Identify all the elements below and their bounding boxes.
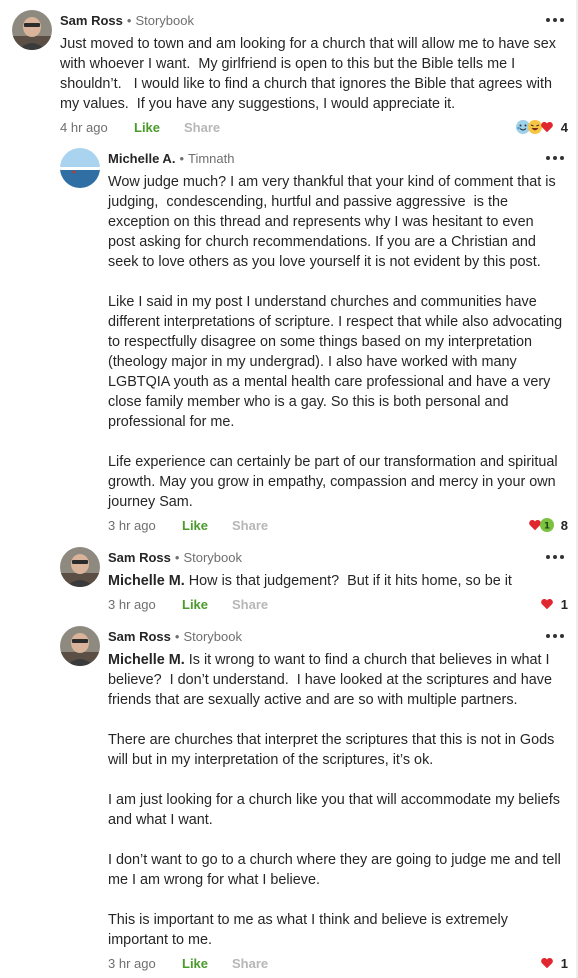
author-name[interactable]: Sam Ross: [108, 550, 171, 565]
like-button[interactable]: Like: [182, 518, 232, 533]
reaction-count: 1: [560, 955, 568, 971]
comment-paragraph: There are churches that interpret the sc…: [108, 732, 559, 768]
comment-text: Michelle M. Is it wrong to want to find …: [108, 650, 578, 950]
comment-text: Wow judge much? I am very thankful that …: [108, 172, 578, 512]
more-options-icon[interactable]: [546, 547, 564, 567]
comment-paragraph: Michelle M. How is that judgement? But i…: [108, 571, 564, 591]
like-button[interactable]: Like: [134, 120, 184, 135]
author-name[interactable]: Sam Ross: [108, 629, 171, 644]
more-options-icon[interactable]: [546, 148, 564, 168]
reactions-summary[interactable]: 4: [515, 117, 568, 137]
share-button[interactable]: Share: [184, 120, 220, 135]
mention-link[interactable]: Michelle M.: [108, 652, 185, 668]
author-location[interactable]: Timnath: [188, 151, 234, 166]
timestamp: 3 hr ago: [108, 596, 156, 612]
reaction-count: 4: [560, 119, 568, 135]
comment-text: Just moved to town and am looking for a …: [60, 34, 578, 114]
separator-dot: •: [174, 549, 180, 565]
comment-text: Michelle M. How is that judgement? But i…: [108, 571, 578, 591]
reaction-count: 1: [560, 596, 568, 612]
timestamp: 4 hr ago: [60, 119, 108, 135]
comment-paragraph: Just moved to town and am looking for a …: [60, 36, 560, 112]
more-options-icon[interactable]: [546, 626, 564, 646]
mention-link[interactable]: Michelle M.: [108, 573, 185, 589]
reactions-summary[interactable]: 1: [539, 953, 568, 973]
author-name[interactable]: Sam Ross: [60, 13, 123, 28]
like-button[interactable]: Like: [182, 956, 232, 971]
heart-icon: [539, 596, 555, 612]
reactions-summary[interactable]: 1 8: [527, 515, 568, 535]
comment-paragraph-text: How is that judgement? But if it hits ho…: [188, 573, 512, 589]
avatar[interactable]: [60, 547, 100, 587]
separator-dot: •: [179, 150, 184, 166]
comment-paragraph: This is important to me as what I think …: [108, 912, 512, 948]
avatar[interactable]: [60, 626, 100, 666]
author-location[interactable]: Storybook: [135, 13, 194, 28]
reaction-count: 8: [560, 517, 568, 533]
comment-paragraph: Like I said in my post I understand chur…: [108, 294, 571, 430]
avatar[interactable]: [60, 148, 100, 188]
share-button[interactable]: Share: [232, 597, 268, 612]
comment-paragraph: I don’t want to go to a church where the…: [108, 852, 565, 888]
like-button[interactable]: Like: [182, 597, 232, 612]
comment-paragraph: Wow judge much? I am very thankful that …: [108, 174, 560, 270]
reactions-summary[interactable]: 1: [539, 594, 568, 614]
avatar[interactable]: [12, 10, 52, 50]
comment-paragraph: Life experience can certainly be part of…: [108, 454, 562, 510]
separator-dot: •: [126, 12, 132, 28]
heart-icon: [539, 955, 555, 971]
plus-one-icon: 1: [539, 517, 555, 533]
timestamp: 3 hr ago: [108, 955, 156, 971]
share-button[interactable]: Share: [232, 518, 268, 533]
share-button[interactable]: Share: [232, 956, 268, 971]
comment-paragraph: Michelle M. Is it wrong to want to find …: [108, 650, 564, 710]
author-name[interactable]: Michelle A.: [108, 151, 175, 166]
more-options-icon[interactable]: [546, 10, 564, 30]
heart-icon: [539, 119, 555, 135]
timestamp: 3 hr ago: [108, 517, 156, 533]
author-location[interactable]: Storybook: [183, 550, 242, 565]
author-location[interactable]: Storybook: [183, 629, 242, 644]
svg-text:1: 1: [544, 522, 550, 532]
comment-paragraph: I am just looking for a church like you …: [108, 792, 564, 828]
separator-dot: •: [174, 628, 180, 644]
